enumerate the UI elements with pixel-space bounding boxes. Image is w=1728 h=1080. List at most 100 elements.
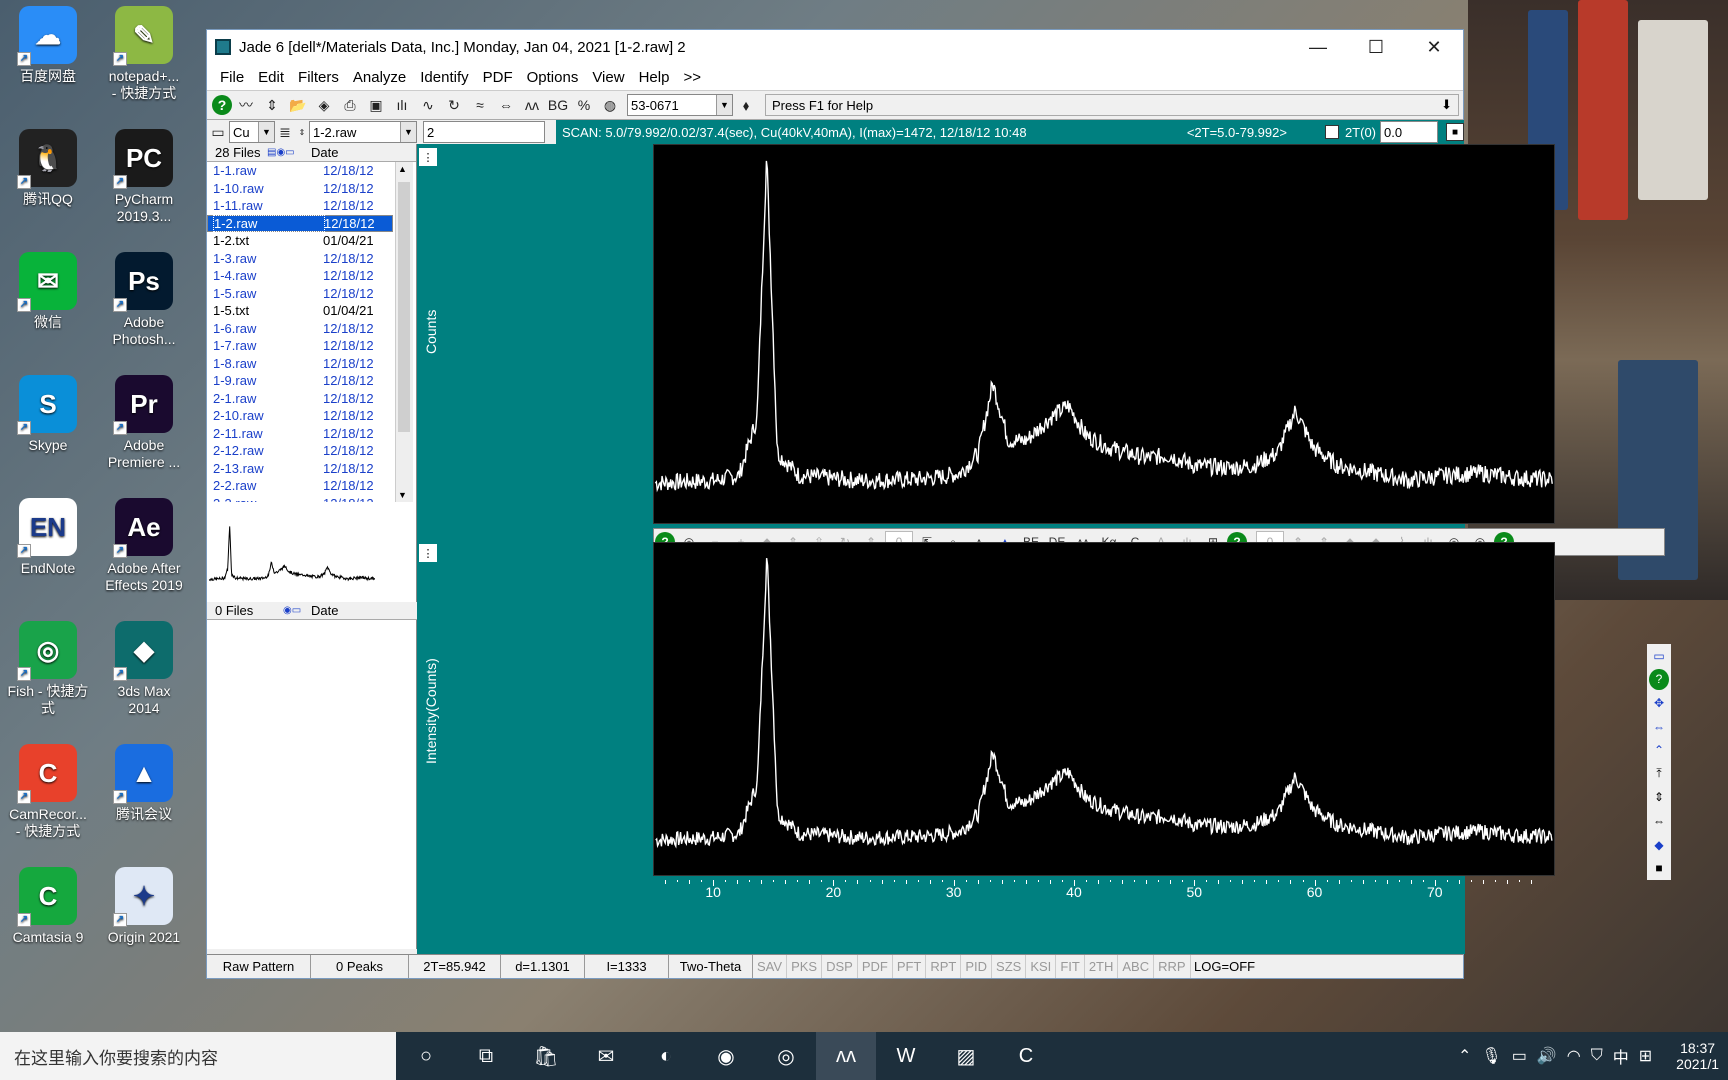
file-list-scrollbar[interactable]: ▲ ▼ xyxy=(395,162,413,502)
help-icon[interactable]: ? xyxy=(1649,668,1669,691)
date-header[interactable]: Date xyxy=(311,145,338,160)
maximize-button[interactable]: ☐ xyxy=(1347,30,1405,64)
desktop-icon[interactable]: PC ↗ PyCharm 2019.3... xyxy=(96,129,192,225)
compress-icon[interactable]: ⇔ xyxy=(1649,716,1669,738)
top-pattern-plot[interactable] xyxy=(653,144,1555,524)
file-row[interactable]: 2-10.raw 12/18/12 xyxy=(207,407,393,425)
desktop-icon[interactable]: ▲ ↗ 腾讯会议 xyxy=(96,744,192,823)
menu-options[interactable]: Options xyxy=(527,69,579,86)
desktop-icon[interactable]: C ↗ Camtasia 9 xyxy=(0,867,96,946)
edge-icon[interactable]: ◐ xyxy=(636,1032,696,1080)
menu-file[interactable]: File xyxy=(220,69,244,86)
ime-indicator[interactable]: 中 xyxy=(1613,1044,1629,1068)
menu-filters[interactable]: Filters xyxy=(298,69,339,86)
globe-icon[interactable]: ◍ xyxy=(598,93,622,117)
status-flag[interactable]: ABC xyxy=(1118,955,1155,978)
file-row[interactable]: 1-5.txt 01/04/21 xyxy=(207,302,393,320)
desktop-icon[interactable]: ◎ ↗ Fish - 快捷方 式 xyxy=(0,621,96,717)
desktop-icon[interactable]: ✎ ↗ notepad+... - 快捷方式 xyxy=(96,6,192,102)
strip-icon[interactable]: % xyxy=(572,93,596,117)
wifi-icon[interactable]: ◠ xyxy=(1567,1046,1581,1066)
drop-icon[interactable]: ⬧ xyxy=(734,93,758,117)
volume-icon[interactable]: 🔊 xyxy=(1537,1046,1557,1066)
second-filter-icons[interactable]: ◉▭ xyxy=(283,605,311,616)
status-flag[interactable]: 2TH xyxy=(1085,955,1119,978)
smooth-icon[interactable]: ∿ xyxy=(416,93,440,117)
chevron-up-icon[interactable]: ⌃ xyxy=(1458,1046,1471,1066)
battery-icon[interactable]: ▭ xyxy=(1512,1046,1527,1066)
file-row[interactable]: 2-11.raw 12/18/12 xyxy=(207,425,393,443)
image-icon[interactable]: ▭ xyxy=(1649,645,1669,667)
file-select[interactable]: 1-2.raw ▼ xyxy=(309,121,417,143)
updown-icon[interactable]: ⇕ xyxy=(1649,787,1669,809)
element-select[interactable]: Cu ▼ xyxy=(229,121,275,143)
overlap-icon[interactable]: ʌʌ xyxy=(520,93,544,117)
leftright-icon[interactable]: ⇔ xyxy=(1649,810,1669,832)
desktop-icon[interactable]: ◆ ↗ 3ds Max 2014 xyxy=(96,621,192,717)
status-flag[interactable]: SAV xyxy=(753,955,788,978)
erase-icon[interactable]: ◈ xyxy=(312,93,336,117)
file-row[interactable]: 2-2.raw 12/18/12 xyxy=(207,477,393,495)
word-icon[interactable]: W xyxy=(876,1032,936,1080)
desktop-icon[interactable]: EN ↗ EndNote xyxy=(0,498,96,577)
status-flag[interactable]: PDF xyxy=(858,955,893,978)
status-flag[interactable]: FIT xyxy=(1056,955,1085,978)
close-button[interactable]: ✕ xyxy=(1405,30,1463,64)
desktop-icon[interactable]: ☁ ↗ 百度网盘 xyxy=(0,6,96,85)
pattern-icon[interactable]: 〰 xyxy=(234,93,258,117)
file-row[interactable]: 1-2.raw 12/18/12 xyxy=(207,214,393,232)
file-row[interactable]: 1-5.raw 12/18/12 xyxy=(207,285,393,303)
chrome-icon[interactable]: ◎ xyxy=(756,1032,816,1080)
background-icon[interactable]: BG xyxy=(546,93,570,117)
counter-field[interactable]: 2 xyxy=(423,121,545,143)
file-row[interactable]: 2-1.raw 12/18/12 xyxy=(207,390,393,408)
chevron-down-icon[interactable]: ▼ xyxy=(258,122,274,142)
scroll-thumb[interactable] xyxy=(398,182,410,432)
desktop-icon[interactable]: ✉ ↗ 微信 xyxy=(0,252,96,331)
folder-icon[interactable]: ▭ xyxy=(208,120,228,144)
file-filter-icons[interactable]: ▤◉▭ xyxy=(267,147,311,158)
desktop-icon[interactable]: Pr ↗ Adobe Premiere ... xyxy=(96,375,192,471)
bottom-pattern-plot[interactable] xyxy=(653,542,1555,876)
status-flag[interactable]: PKS xyxy=(787,955,823,978)
shield-icon[interactable]: ⛉ xyxy=(1591,1047,1603,1065)
spin-icon[interactable]: ⇕ xyxy=(296,120,308,144)
list-icon[interactable]: ≣ xyxy=(276,120,294,144)
help-icon[interactable]: ? xyxy=(212,95,232,115)
camrecorder-icon[interactable]: C xyxy=(996,1032,1056,1080)
menu-view[interactable]: View xyxy=(592,69,624,86)
menu-more[interactable]: >> xyxy=(683,69,701,86)
mail-icon[interactable]: ✉ xyxy=(576,1032,636,1080)
file-row[interactable]: 1-2.txt 01/04/21 xyxy=(207,232,393,250)
clock[interactable]: 18:37 2021/1 xyxy=(1671,1040,1724,1072)
file-row[interactable]: 1-3.raw 12/18/12 xyxy=(207,250,393,268)
twotheta0-field[interactable]: 0.0 xyxy=(1380,121,1438,143)
music-icon[interactable]: ◉ xyxy=(696,1032,756,1080)
updown-icon[interactable]: ⇕ xyxy=(260,93,284,117)
file-row[interactable]: 1-7.raw 12/18/12 xyxy=(207,337,393,355)
status-flag[interactable]: RRP xyxy=(1154,955,1191,978)
pdf-card-select[interactable]: 53-0671 ▼ xyxy=(627,94,733,116)
chevron-down-icon[interactable]: ▼ xyxy=(716,95,732,115)
file-row[interactable]: 1-4.raw 12/18/12 xyxy=(207,267,393,285)
bottom-panel-menu-icon[interactable]: ⋮ xyxy=(419,544,437,562)
top-icon[interactable]: ⤒ xyxy=(1649,763,1669,785)
minimize-button[interactable]: — xyxy=(1289,30,1347,64)
second-date-header[interactable]: Date xyxy=(311,603,338,618)
chevron-down-icon[interactable]: ▼ xyxy=(400,122,416,142)
jade-task-icon[interactable]: ʌʌ xyxy=(816,1032,876,1080)
chevron-down-icon[interactable]: ▼ xyxy=(398,490,407,500)
file-row[interactable]: 1-10.raw 12/18/12 xyxy=(207,180,393,198)
menu-analyze[interactable]: Analyze xyxy=(353,69,406,86)
expand-icon[interactable]: ⇔ xyxy=(494,93,518,117)
panel-toggle-icon[interactable]: ■ xyxy=(1446,123,1464,141)
expand-icon[interactable]: ✥ xyxy=(1649,692,1669,714)
status-flag[interactable]: KSI xyxy=(1026,955,1057,978)
status-flag[interactable]: RPT xyxy=(926,955,962,978)
status-flag[interactable]: DSP xyxy=(822,955,858,978)
desktop-icon[interactable]: C ↗ CamRecor... - 快捷方式 xyxy=(0,744,96,840)
title-bar[interactable]: Jade 6 [dell*/Materials Data, Inc.] Mond… xyxy=(207,30,1463,64)
file-row[interactable]: 1-9.raw 12/18/12 xyxy=(207,372,393,390)
open-folder-icon[interactable]: 📂 xyxy=(286,93,310,117)
status-log[interactable]: LOG=OFF xyxy=(1191,955,1259,978)
